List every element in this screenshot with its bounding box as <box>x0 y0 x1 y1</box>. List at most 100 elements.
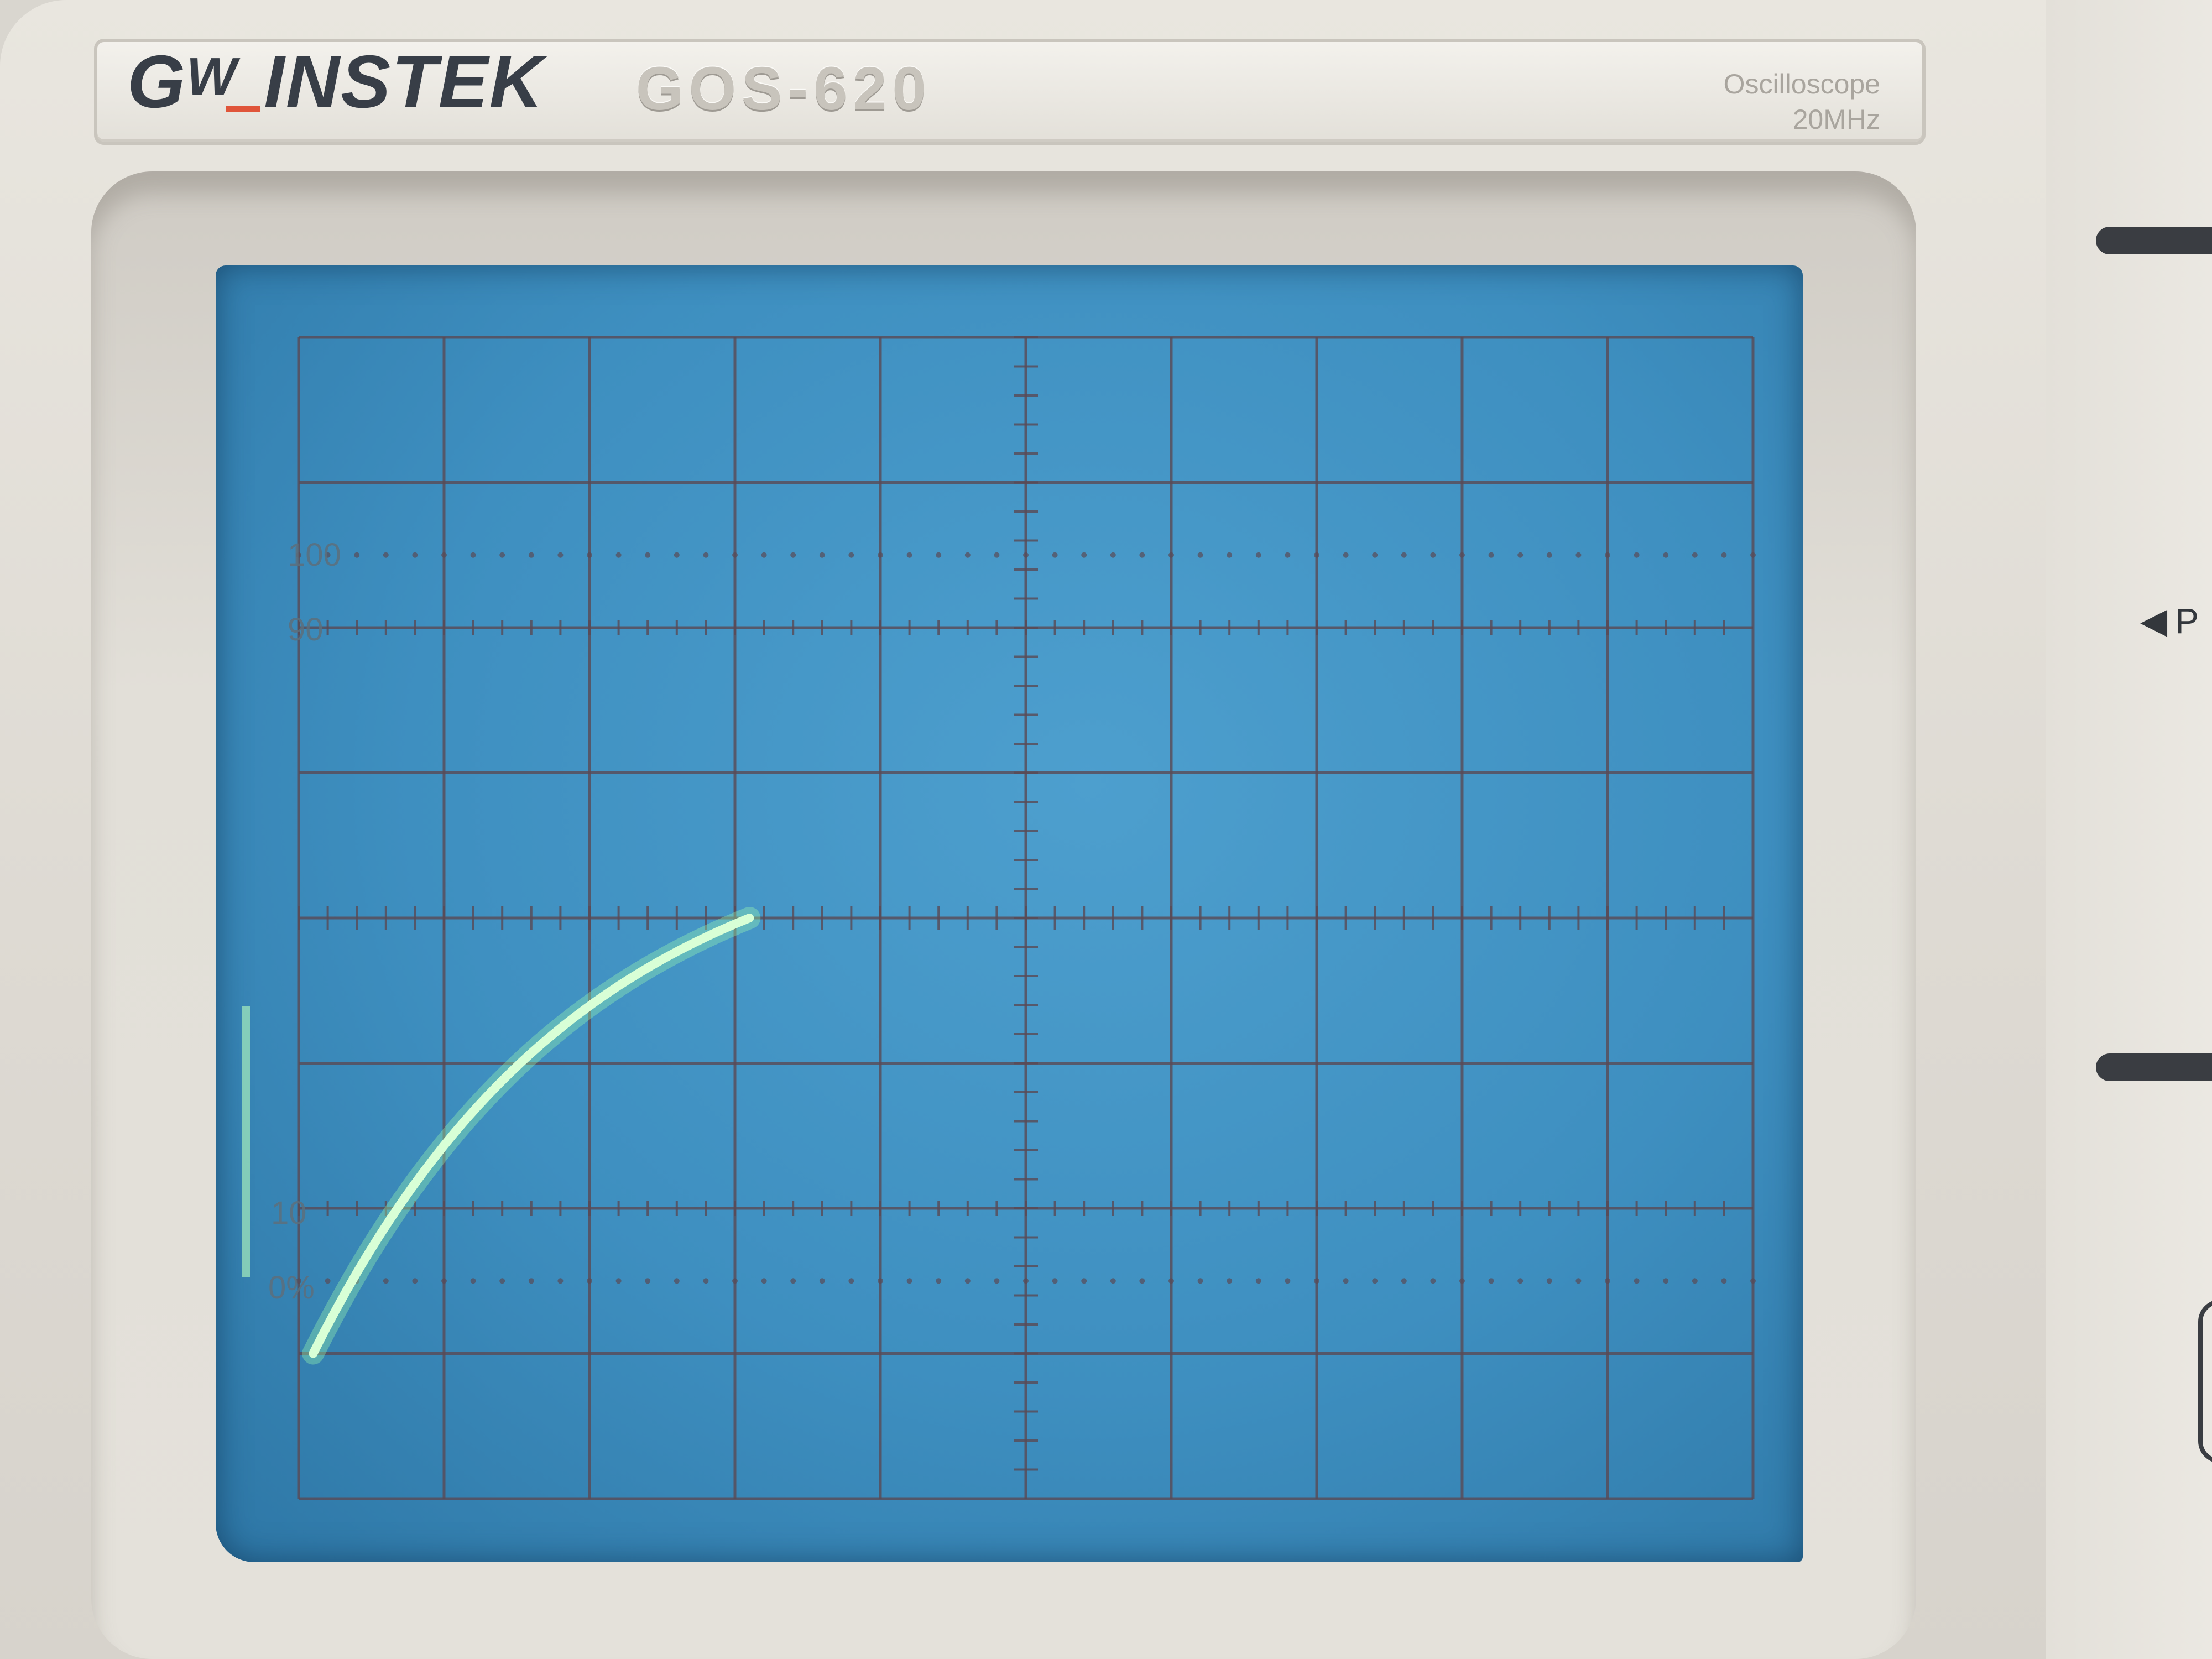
graticule-dot <box>1285 1278 1291 1284</box>
graticule-dot <box>441 1278 447 1284</box>
graticule-dot <box>761 1278 767 1284</box>
spec-type: Oscilloscope <box>1723 69 1880 100</box>
graticule-dot <box>819 552 825 558</box>
graticule-dot <box>674 1278 680 1284</box>
graticule-dot <box>557 1278 564 1284</box>
graticule-dot <box>1692 552 1698 558</box>
graticule-dot <box>1575 1278 1582 1284</box>
graticule-dot <box>964 1278 971 1284</box>
graticule-dot <box>587 1278 592 1284</box>
panel-indicator: ◀ P <box>2140 600 2199 641</box>
graticule-dot <box>790 1278 796 1284</box>
graticule-dot <box>703 552 709 558</box>
graticule-label-0-percent: 0% <box>268 1270 315 1306</box>
graticule-dot <box>1081 552 1087 558</box>
graticule-dot <box>499 1278 505 1284</box>
graticule-dot <box>528 552 534 558</box>
brand-prefix-g: G <box>127 39 187 123</box>
graticule-dot <box>1197 552 1203 558</box>
graticule-dot <box>674 552 680 558</box>
graticule-label-90: 90 <box>288 612 324 648</box>
brand-name: INSTEK <box>264 39 545 123</box>
graticule-dot <box>936 1278 942 1284</box>
graticule-dot <box>790 552 796 558</box>
graticule-label-10: 10 <box>271 1195 307 1231</box>
graticule-dot <box>615 1278 622 1284</box>
graticule-dot <box>878 552 883 558</box>
graticule-dot <box>1605 552 1610 558</box>
graticule-dot <box>1575 552 1582 558</box>
graticule-dot <box>1488 552 1494 558</box>
graticule-dot <box>906 552 912 558</box>
graticule-dot <box>1023 552 1029 558</box>
graticule-dot <box>354 552 360 558</box>
graticule-dot <box>1721 1278 1727 1284</box>
graticule-dot <box>1750 552 1756 558</box>
brand-accent-bar <box>226 106 260 112</box>
graticule-dot <box>470 552 476 558</box>
graticule-dot <box>1692 1278 1698 1284</box>
graticule-dot <box>732 1278 738 1284</box>
panel-indicator-label: P <box>2175 601 2199 641</box>
graticule-dot <box>1343 1278 1349 1284</box>
graticule-dot <box>1430 552 1436 558</box>
model-label: GOS-620 <box>636 54 932 123</box>
graticule-dot <box>936 552 942 558</box>
graticule-dot <box>1227 1278 1233 1284</box>
graticule-dot <box>1343 552 1349 558</box>
graticule-dot <box>761 552 767 558</box>
graticule-dot <box>1634 1278 1640 1284</box>
control-knob[interactable] <box>2198 1300 2212 1463</box>
graticule-dot <box>557 552 564 558</box>
graticule-dot <box>1023 1278 1029 1284</box>
graticule-dot <box>1430 1278 1436 1284</box>
graticule-dot <box>470 1278 476 1284</box>
graticule-dot <box>1517 552 1524 558</box>
brand-logo: GW INSTEK <box>127 40 544 123</box>
crt-screen: 100 90 10 0% <box>216 265 1803 1562</box>
graticule-dot <box>1488 1278 1494 1284</box>
graticule-dot <box>1285 552 1291 558</box>
graticule-dot <box>1750 1278 1756 1284</box>
graticule-dot <box>1372 552 1378 558</box>
graticule-dot <box>848 552 854 558</box>
graticule-dot <box>412 552 418 558</box>
graticule-dot <box>1663 552 1669 558</box>
graticule-dot <box>412 1278 418 1284</box>
graticule-dot <box>1139 1278 1145 1284</box>
graticule-dot <box>964 552 971 558</box>
graticule-dot <box>1168 1278 1174 1284</box>
graticule-dot <box>1401 1278 1407 1284</box>
panel-divider-top <box>2096 227 2212 254</box>
graticule-dot <box>732 552 738 558</box>
trace-glow <box>302 907 761 1365</box>
graticule-dot <box>1052 1278 1058 1284</box>
graticule-dot <box>645 552 651 558</box>
graticule-label-100: 100 <box>288 537 341 573</box>
graticule <box>242 336 1756 1500</box>
graticule-dot <box>848 1278 854 1284</box>
graticule-dot <box>1052 552 1058 558</box>
graticule-dot <box>587 552 592 558</box>
spec-bandwidth: 20MHz <box>1792 104 1880 135</box>
graticule-dot <box>1081 1278 1087 1284</box>
graticule-dot <box>1227 552 1233 558</box>
graticule-dot <box>906 1278 912 1284</box>
graticule-dot <box>1459 552 1465 558</box>
graticule-dot <box>615 552 622 558</box>
graticule-dot <box>1546 1278 1552 1284</box>
graticule-dot <box>441 552 447 558</box>
signal-trace <box>309 914 754 1358</box>
graticule-dot <box>528 1278 534 1284</box>
graticule-dot <box>1517 1278 1524 1284</box>
graticule-dot <box>1255 1278 1261 1284</box>
panel-divider-bottom <box>2096 1053 2212 1081</box>
graticule-dot <box>819 1278 825 1284</box>
graticule-dot <box>1314 1278 1319 1284</box>
graticule-dot <box>878 1278 883 1284</box>
graticule-dot <box>1459 1278 1465 1284</box>
graticule-dot <box>1197 1278 1203 1284</box>
left-arrow-icon: ◀ <box>2140 601 2168 640</box>
graticule-dot <box>325 1278 331 1284</box>
graticule-dot <box>383 552 389 558</box>
